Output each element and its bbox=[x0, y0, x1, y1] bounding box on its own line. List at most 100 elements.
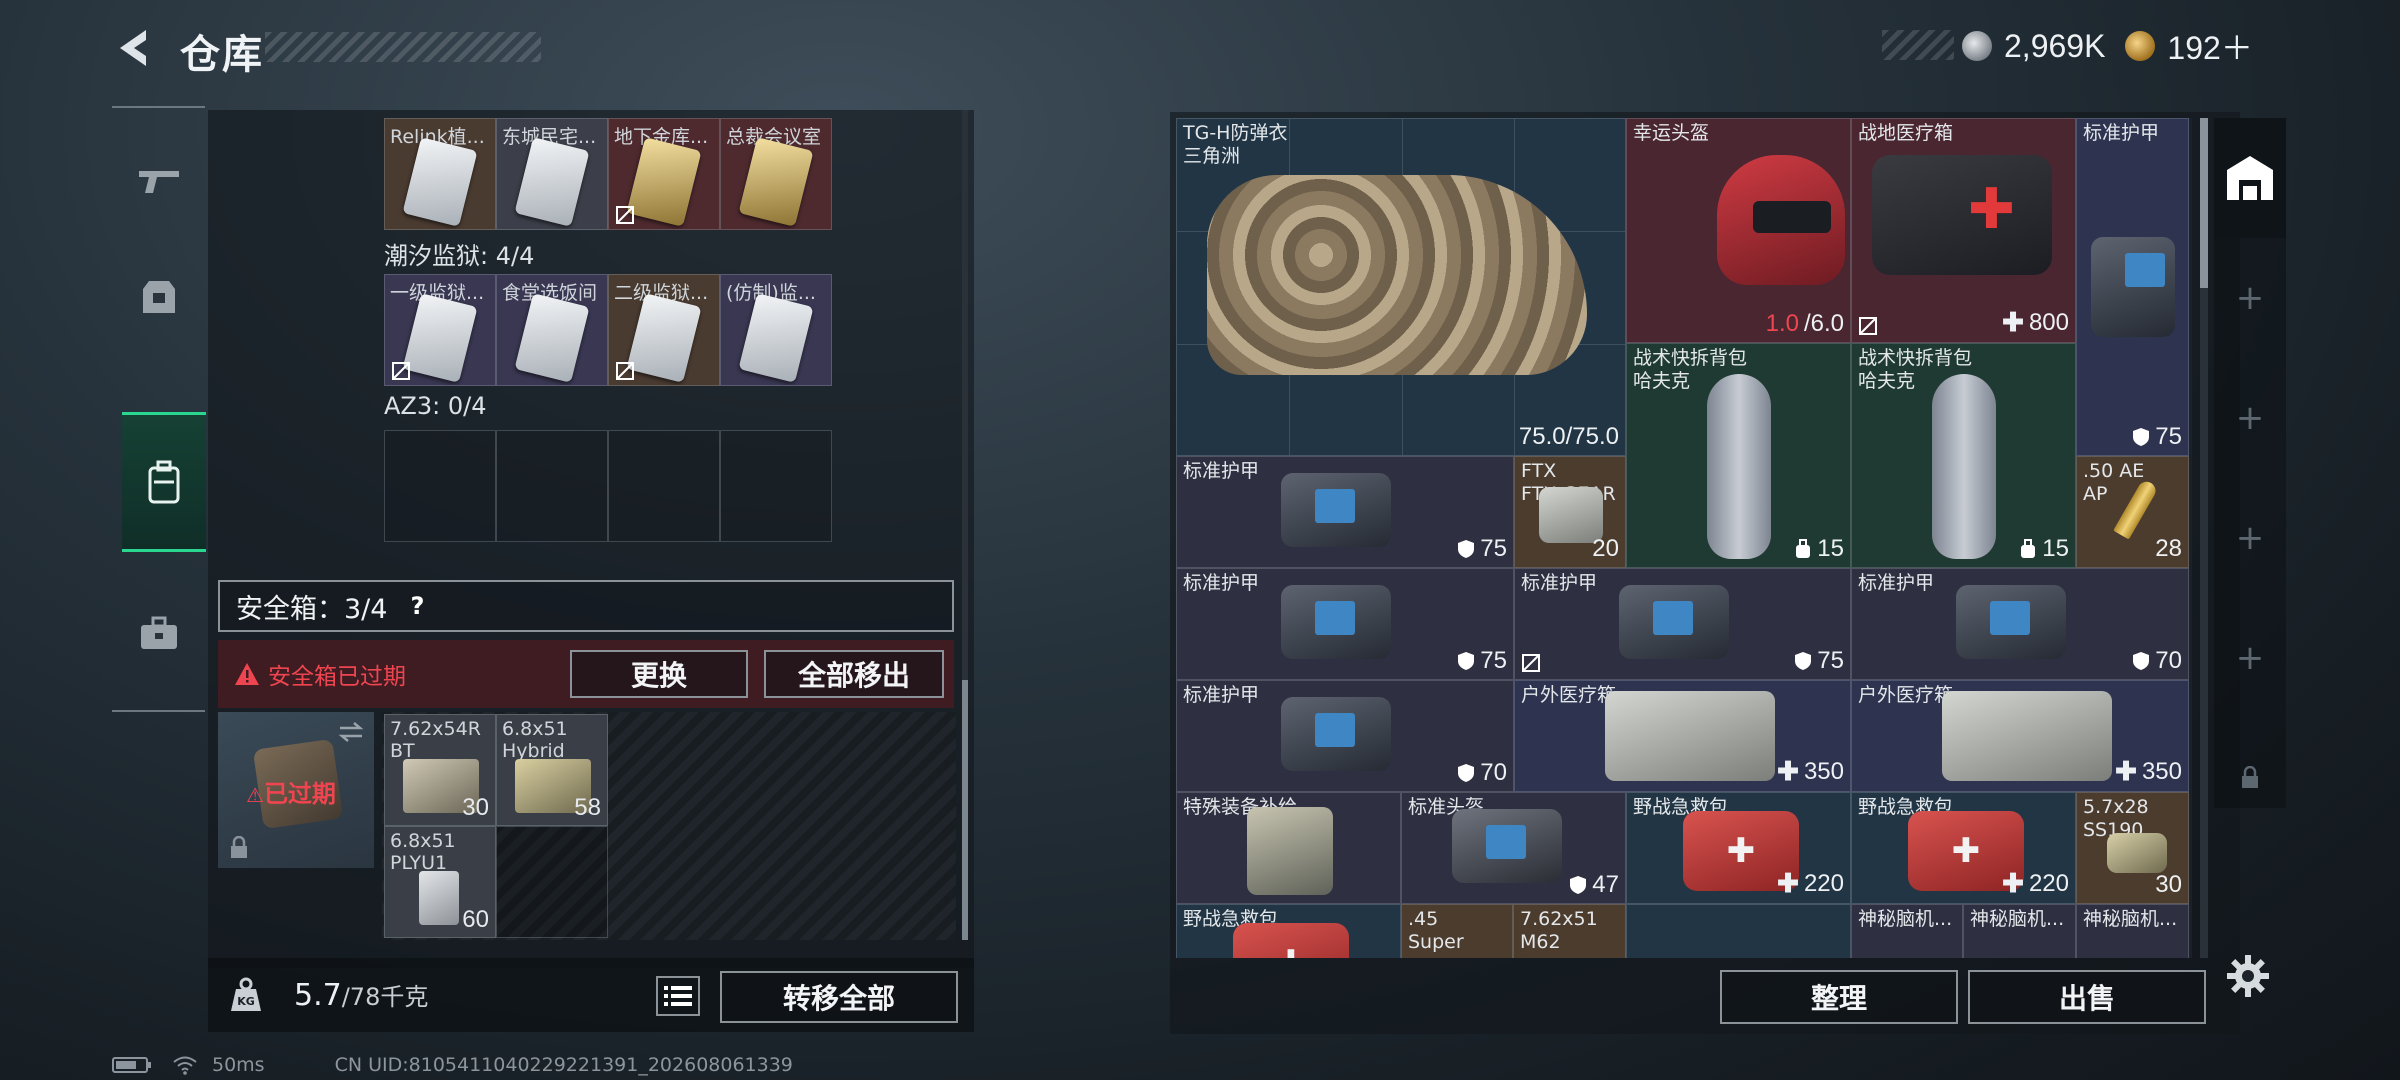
category-nav bbox=[112, 106, 206, 712]
transfer-all-button[interactable]: 转移全部 bbox=[720, 971, 958, 1023]
sell-button[interactable]: 出售 bbox=[1968, 970, 2206, 1024]
empty-slot[interactable] bbox=[496, 430, 608, 542]
inventory-item-armor[interactable]: 标准护甲 75 bbox=[1514, 568, 1851, 680]
tab-warehouse-main[interactable] bbox=[2214, 118, 2286, 238]
warning-text: 安全箱已过期 bbox=[268, 664, 406, 690]
inventory-item-ftx[interactable]: FTX FTX-GEAR 20 bbox=[1514, 456, 1626, 568]
ammo-item[interactable]: 6.8x51 PLYU1 60 bbox=[384, 826, 496, 938]
inventory-item-supply[interactable]: 特殊装备补给 bbox=[1176, 792, 1401, 904]
replace-button[interactable]: 更换 bbox=[570, 650, 748, 698]
inventory-item-helmet[interactable]: 标准头盔 47 bbox=[1401, 792, 1626, 904]
keycard-item[interactable]: 食堂选饭间 bbox=[496, 274, 608, 386]
keycard-icon bbox=[626, 293, 702, 383]
empty-slot[interactable] bbox=[720, 430, 832, 542]
keycard-item[interactable]: 二级监狱... bbox=[608, 274, 720, 386]
keycard-item[interactable]: 东城民宅... bbox=[496, 118, 608, 230]
item-name: 7.62x51 M62 bbox=[1520, 908, 1598, 953]
item-durability: 70 bbox=[2132, 647, 2182, 675]
inventory-item-ammo[interactable]: .50 AE AP 28 bbox=[2076, 456, 2189, 568]
ammo-box-icon bbox=[419, 871, 459, 925]
inventory-item-medbag[interactable]: 战地医疗箱 ✚800 bbox=[1851, 118, 2076, 343]
item-name: 战地医疗箱 bbox=[1858, 122, 1954, 144]
keycard-item[interactable]: Relink植... bbox=[384, 118, 496, 230]
swap-icon[interactable] bbox=[336, 720, 366, 744]
tab-add-4[interactable]: + bbox=[2214, 598, 2286, 718]
inventory-item-armor[interactable]: 标准护甲 70 bbox=[1851, 568, 2189, 680]
warehouse-scroll-thumb[interactable] bbox=[2200, 118, 2208, 288]
keycard-icon bbox=[514, 137, 590, 227]
inventory-item-medkit[interactable]: 户外医疗箱 ✚ 350 bbox=[1851, 680, 2189, 792]
ammo-item[interactable]: 7.62x54R BT 30 bbox=[384, 714, 496, 826]
ammo-item[interactable]: 6.8x51 Hybrid 58 bbox=[496, 714, 608, 826]
tab-add-1[interactable]: + bbox=[2214, 238, 2286, 358]
keycard-icon bbox=[402, 293, 478, 383]
inventory-item-firstaid[interactable]: 野战急救包 bbox=[1176, 904, 1401, 958]
item-count: 20 bbox=[1592, 535, 1619, 562]
no-trade-icon bbox=[616, 362, 634, 380]
nav-armor[interactable] bbox=[112, 250, 205, 344]
backpack-scroll-thumb[interactable] bbox=[962, 680, 968, 940]
expired-warning-bar: 安全箱已过期 更换 全部移出 bbox=[218, 640, 954, 708]
tab-locked[interactable] bbox=[2214, 718, 2286, 838]
keycard-icon bbox=[514, 293, 590, 383]
inventory-item-armor[interactable]: 标准护甲 75 bbox=[2076, 118, 2189, 456]
plus-icon: ✚ bbox=[2002, 307, 2024, 337]
silver-currency[interactable]: 2,969K bbox=[1962, 28, 2125, 65]
sort-button[interactable]: 整理 bbox=[1720, 970, 1958, 1024]
inventory-item-armor[interactable]: 标准护甲 75 bbox=[1176, 568, 1514, 680]
inventory-item-backpack[interactable]: 战术快拆背包 哈夫克 15 bbox=[1626, 343, 1851, 568]
body-armor-icon bbox=[1207, 175, 1587, 375]
nav-backpack[interactable] bbox=[122, 412, 206, 552]
inventory-item-helmet[interactable]: 幸运头盔 1.0/6.0 bbox=[1626, 118, 1851, 343]
empty-slot[interactable] bbox=[496, 826, 608, 938]
empty-slot[interactable] bbox=[384, 430, 496, 542]
help-icon[interactable]: ? bbox=[401, 590, 433, 622]
tab-add-3[interactable]: + bbox=[2214, 478, 2286, 598]
item-value: 47 bbox=[1592, 871, 1619, 898]
no-trade-icon bbox=[1859, 317, 1877, 335]
nav-tools[interactable] bbox=[112, 586, 205, 680]
inventory-item-firstaid[interactable]: 野战急救包 ✚220 bbox=[1626, 792, 1851, 904]
item-value: 15 bbox=[2042, 535, 2069, 562]
empty-slot[interactable] bbox=[608, 430, 720, 542]
keycard-item[interactable]: 总裁会议室 bbox=[720, 118, 832, 230]
inventory-item-brainchip[interactable]: 神秘脑机... bbox=[1851, 904, 1963, 958]
keycard-icon bbox=[626, 137, 702, 227]
inventory-item-firstaid[interactable]: 野战急救包 ✚220 bbox=[1851, 792, 2076, 904]
item-name: 神秘脑机... bbox=[1858, 908, 1953, 930]
inventory-item-ammo[interactable]: .45 Super bbox=[1401, 904, 1513, 958]
safe-box-slot[interactable]: ⚠已过期 bbox=[218, 712, 374, 868]
inventory-item-backpack[interactable]: 战术快拆背包 哈夫克 15 bbox=[1851, 343, 2076, 568]
item-count: 28 bbox=[2155, 535, 2182, 562]
keycard-item[interactable]: 一级监狱... bbox=[384, 274, 496, 386]
inventory-item-medkit[interactable]: 户外医疗箱 ✚ 350 bbox=[1514, 680, 1851, 792]
inventory-item-brainchip[interactable]: 神秘脑机... bbox=[1963, 904, 2076, 958]
title-decoration bbox=[265, 32, 541, 62]
safe-box-header: 安全箱：3/4 ? bbox=[218, 580, 954, 632]
inventory-item-armor[interactable]: 标准护甲 75 bbox=[1176, 456, 1514, 568]
currency-decoration bbox=[1882, 30, 1954, 60]
safe-box-label: 安全箱：3/4 bbox=[236, 593, 388, 625]
keycard-item[interactable]: (仿制)监... bbox=[720, 274, 832, 386]
inventory-item-brainchip[interactable]: 神秘脑机... bbox=[2076, 904, 2189, 958]
item-name: 6.8x51 Hybrid bbox=[502, 718, 568, 762]
gold-coin-icon bbox=[2125, 31, 2156, 61]
keycard-item[interactable]: 地下金库... bbox=[608, 118, 720, 230]
list-view-button[interactable] bbox=[656, 976, 700, 1016]
tab-add-2[interactable]: + bbox=[2214, 358, 2286, 478]
inventory-item-armor[interactable]: 标准护甲 70 bbox=[1176, 680, 1514, 792]
gold-currency[interactable]: 192＋ bbox=[2125, 23, 2272, 69]
inventory-item-vest[interactable]: TG-H防弹衣 三角洲 75.0/75.0 bbox=[1176, 118, 1626, 456]
nav-weapons[interactable] bbox=[112, 134, 205, 228]
move-all-out-button[interactable]: 全部移出 bbox=[764, 650, 944, 698]
keycard-icon bbox=[738, 293, 814, 383]
gear-icon bbox=[2227, 955, 2269, 997]
back-arrow-icon[interactable] bbox=[108, 22, 156, 74]
status-bar: 50ms CN UID:8105411040229221391_20260806… bbox=[112, 1054, 793, 1076]
inventory-item-ammo[interactable]: 7.62x51 M62 bbox=[1513, 904, 1626, 958]
inventory-item-ammo[interactable]: 5.7x28 SS190 30 bbox=[2076, 792, 2189, 904]
warehouse-tabs: + + + + bbox=[2214, 118, 2286, 808]
settings-button[interactable] bbox=[2220, 948, 2276, 1004]
empty-slot[interactable] bbox=[1626, 904, 1851, 958]
weight-max: /78千克 bbox=[341, 983, 429, 1011]
